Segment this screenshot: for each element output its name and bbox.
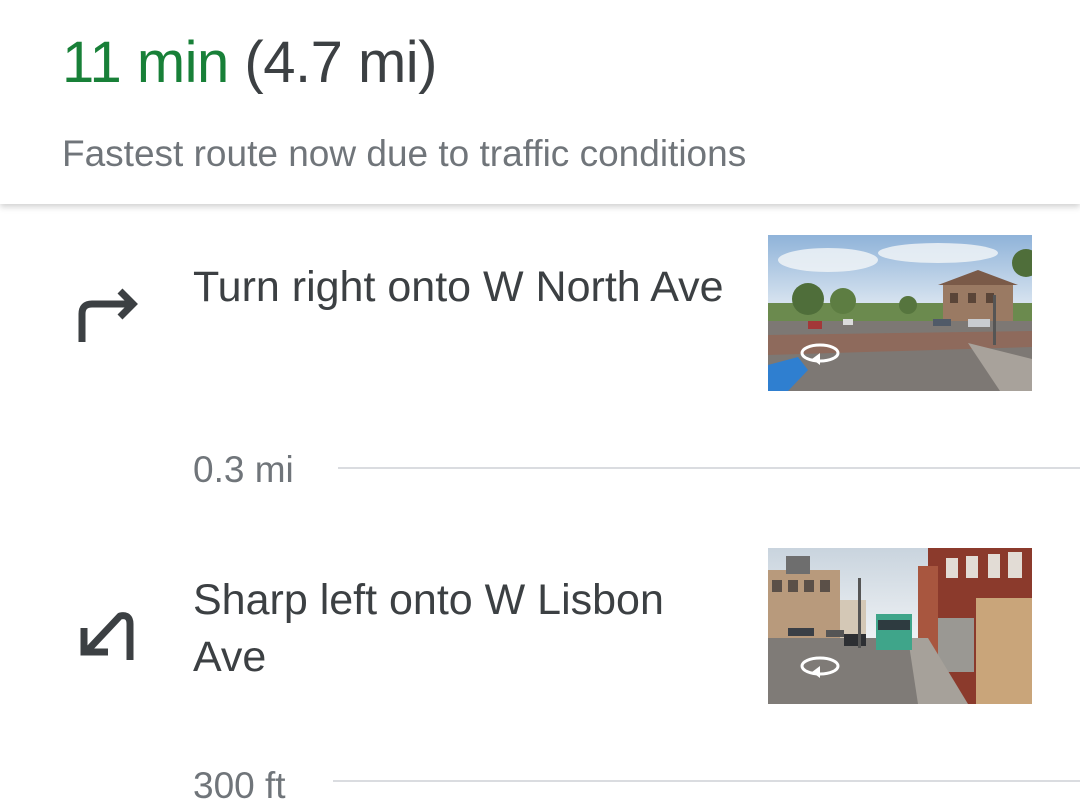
- street-view-thumbnail[interactable]: [768, 235, 1032, 391]
- route-summary-header: 11 min (4.7 mi) Fastest route now due to…: [0, 0, 1080, 204]
- step-distance: 300 ft: [193, 765, 286, 801]
- route-distance: (4.7 mi): [244, 30, 437, 95]
- route-note: Fastest route now due to traffic conditi…: [62, 133, 747, 174]
- step-divider: [333, 780, 1080, 782]
- turn-right-icon: [72, 274, 144, 346]
- direction-step[interactable]: Sharp left onto W Lisbon Ave 300 ft: [0, 514, 1080, 801]
- street-view-thumbnail[interactable]: [768, 548, 1032, 704]
- direction-step[interactable]: Turn right onto W North Ave 0.3 mi: [0, 204, 1080, 514]
- sharp-left-icon: [72, 594, 144, 666]
- step-instruction: Turn right onto W North Ave: [193, 263, 724, 311]
- step-divider: [338, 467, 1080, 469]
- step-distance: 0.3 mi: [193, 449, 294, 490]
- route-duration: 11 min: [62, 30, 229, 95]
- step-instruction: Sharp left onto W Lisbon Ave: [193, 576, 664, 681]
- directions-list: Turn right onto W North Ave 0.3 mi Sharp…: [0, 204, 1080, 801]
- route-summary: 11 min (4.7 mi): [62, 28, 437, 98]
